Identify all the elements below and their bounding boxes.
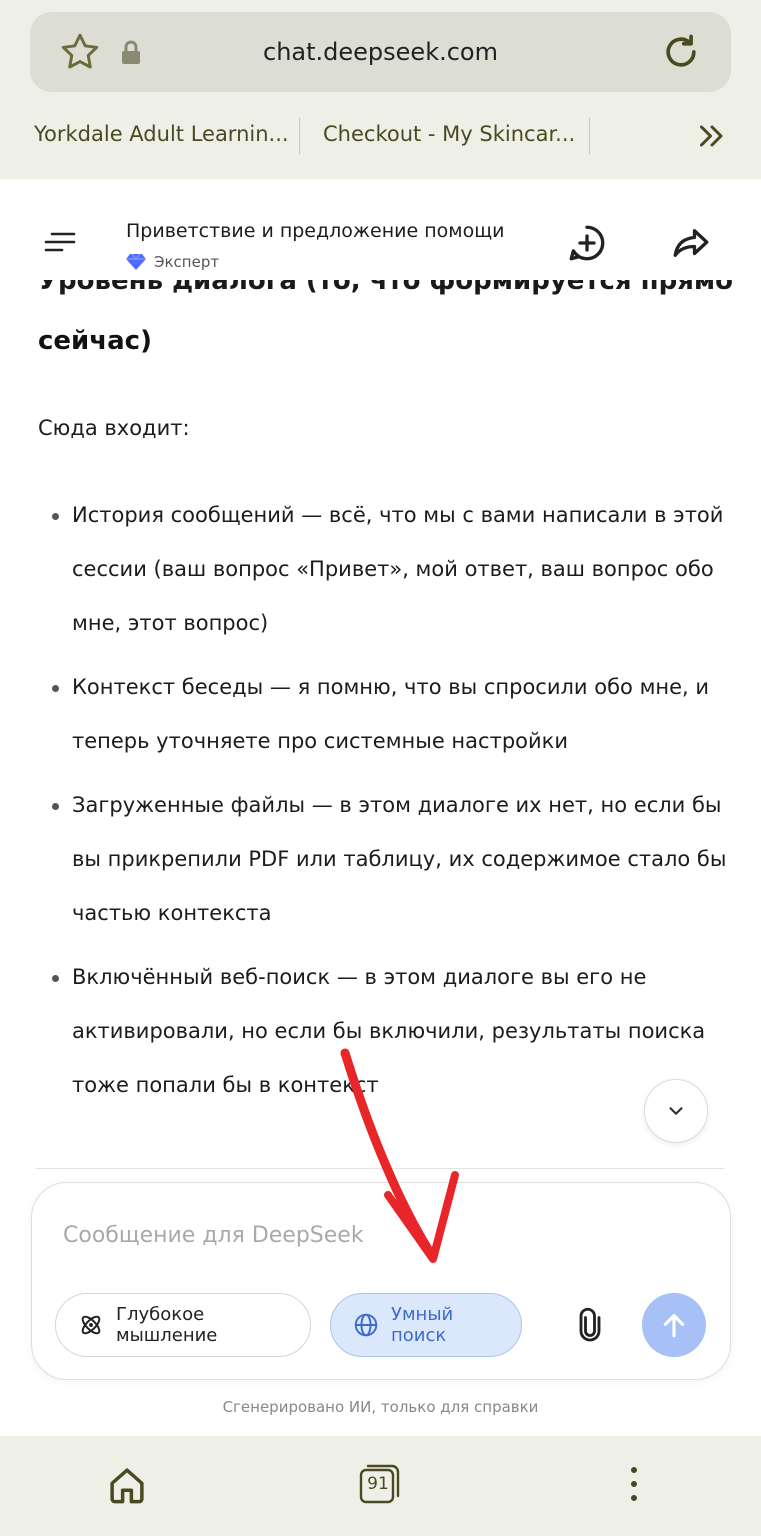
gem-icon xyxy=(126,253,146,270)
deep-think-button[interactable]: Глубокое мышление xyxy=(55,1293,311,1357)
list-item: Загруженные файлы — в этом диалоге их не… xyxy=(38,778,728,940)
model-badge: Эксперт xyxy=(126,251,219,273)
annotation-arrow xyxy=(340,1048,459,1263)
section-heading: сейчас) xyxy=(38,326,152,356)
reload-icon[interactable] xyxy=(659,30,703,74)
tab-count: 91 xyxy=(367,1474,389,1494)
ai-disclaimer: Сгенерировано ИИ, только для справки xyxy=(222,1398,539,1416)
chat-header: Приветствие и предложение помощи Эксперт xyxy=(0,200,761,280)
url-text[interactable]: chat.deepseek.com xyxy=(30,38,731,66)
list-item: Контекст беседы — я помню, что вы спроси… xyxy=(38,660,728,768)
intro-text: Сюда входит: xyxy=(38,416,190,440)
scroll-to-bottom-button[interactable] xyxy=(644,1079,708,1143)
bookmark-item[interactable]: Checkout - My Skincar... xyxy=(323,122,575,146)
model-label: Эксперт xyxy=(154,253,220,271)
list-item: История сообщений — всё, что мы с вами н… xyxy=(38,488,728,650)
atom-icon xyxy=(81,1315,101,1335)
chevron-down-icon xyxy=(669,1107,683,1115)
bookmark-item[interactable]: Yorkdale Adult Learnin... xyxy=(34,122,289,146)
address-bar[interactable]: chat.deepseek.com xyxy=(30,12,731,92)
send-button[interactable] xyxy=(642,1293,706,1357)
more-vertical-icon[interactable] xyxy=(622,1464,646,1504)
share-icon[interactable] xyxy=(670,222,712,264)
arrow-up-icon xyxy=(663,1314,685,1338)
deep-think-label: Глубокое мышление xyxy=(116,1304,218,1346)
menu-icon[interactable] xyxy=(42,228,76,256)
bookmark-divider xyxy=(299,118,300,154)
message-input[interactable]: Сообщение для DeepSeek xyxy=(63,1223,364,1248)
browser-top-bar: chat.deepseek.com Yorkdale Adult Learnin… xyxy=(0,0,761,179)
chat-title[interactable]: Приветствие и предложение помощи xyxy=(126,220,504,242)
smart-search-button[interactable]: Умный поиск xyxy=(330,1293,522,1357)
globe-icon xyxy=(354,1313,378,1337)
paperclip-icon[interactable] xyxy=(572,1307,608,1343)
tabs-button[interactable]: 91 xyxy=(358,1462,402,1506)
bookmarks-bar: Yorkdale Adult Learnin... Checkout - My … xyxy=(0,110,761,164)
bookmark-divider xyxy=(589,118,590,154)
browser-bottom-bar: 91 xyxy=(0,1436,761,1536)
new-chat-icon[interactable] xyxy=(566,222,608,264)
smart-search-label: Умный поиск xyxy=(391,1304,454,1346)
home-icon[interactable] xyxy=(106,1464,148,1506)
chevrons-right-icon[interactable] xyxy=(694,118,730,154)
bullet-list: История сообщений — всё, что мы с вами н… xyxy=(38,488,728,1122)
